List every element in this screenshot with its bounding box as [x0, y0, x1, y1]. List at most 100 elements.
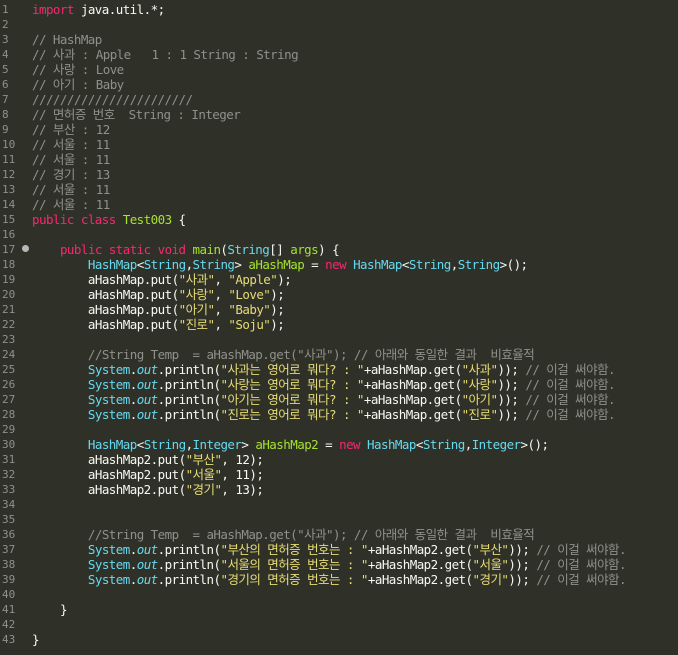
line-number: 43 [2, 633, 16, 646]
line-number: 3 [2, 33, 9, 46]
code-text: aHashMap2.put("부산", 12); [87, 452, 264, 467]
code-line[interactable]: 40 [0, 587, 678, 602]
code-line[interactable]: 1 import java.util.*; [0, 2, 678, 17]
line-number: 12 [2, 168, 16, 181]
code-line[interactable]: 6 // 아기 : Baby [0, 77, 678, 92]
line-number: 34 [2, 498, 16, 511]
line-number: 13 [2, 183, 16, 196]
code-line[interactable]: 24 //String Temp = aHashMap.get("사과"); /… [0, 347, 678, 362]
code-line[interactable]: 28 System.out.println("진로는 영어로 뭐다? : "+a… [0, 407, 678, 422]
code-text: aHashMap2.put("서울", 11); [87, 467, 264, 482]
code-line[interactable]: 23 [0, 332, 678, 347]
code-line[interactable]: 10 // 서울 : 11 [0, 137, 678, 152]
code-text: System.out.println("경기의 면허증 번호는 : "+aHas… [87, 572, 627, 587]
code-line[interactable]: 13 // 서울 : 11 [0, 182, 678, 197]
code-line[interactable]: 41 } [0, 602, 678, 617]
code-line[interactable]: 18 HashMap<String,String> aHashMap = new… [0, 257, 678, 272]
code-editor[interactable]: 1 import java.util.*; 2 3// HashMap 4// 사과 :… [0, 0, 678, 655]
fold-marker-icon[interactable] [22, 245, 29, 252]
code-text: // 서울 : 11 [32, 152, 110, 167]
line-number: 19 [2, 273, 16, 286]
line-number: 5 [2, 63, 9, 76]
code-line[interactable]: 33 aHashMap2.put("경기", 13); [0, 482, 678, 497]
code-text: } [32, 632, 40, 647]
code-line[interactable]: 29 [0, 422, 678, 437]
code-line[interactable]: 26 System.out.println("사랑는 영어로 뭐다? : "+a… [0, 377, 678, 392]
code-line[interactable]: 12 // 경기 : 13 [0, 167, 678, 182]
code-line[interactable]: 43} [0, 632, 678, 647]
code-line[interactable]: 15 public class Test003 { [0, 212, 678, 227]
code-line[interactable]: 20 aHashMap.put("사랑", "Love"); [0, 287, 678, 302]
code-line[interactable]: 42 [0, 617, 678, 632]
line-number: 30 [2, 438, 16, 451]
code-text: System.out.println("진로는 영어로 뭐다? : "+aHas… [87, 407, 616, 422]
line-number: 35 [2, 513, 16, 526]
line-number: 27 [2, 393, 16, 406]
code-line[interactable]: 19 aHashMap.put("사과", "Apple"); [0, 272, 678, 287]
code-text: // 서울 : 11 [32, 197, 110, 212]
code-text: System.out.println("사과는 영어로 뭐다? : "+aHas… [87, 362, 616, 377]
line-number: 32 [2, 468, 16, 481]
line-number: 20 [2, 288, 16, 301]
line-number: 38 [2, 558, 16, 571]
line-number: 37 [2, 543, 16, 556]
code-line[interactable]: 11 // 서울 : 11 [0, 152, 678, 167]
code-text: System.out.println("부산의 면허증 번호는 : "+aHas… [87, 542, 627, 557]
line-number: 14 [2, 198, 16, 211]
line-number: 18 [2, 258, 16, 271]
line-number: 16 [2, 228, 16, 241]
code-line[interactable]: 2 [0, 17, 678, 32]
line-number: 40 [2, 588, 16, 601]
code-line[interactable]: 7 /////////////////////// [0, 92, 678, 107]
code-text: aHashMap2.put("경기", 13); [87, 482, 264, 497]
line-number: 11 [2, 153, 16, 166]
code-line[interactable]: 21 aHashMap.put("아기", "Baby"); [0, 302, 678, 317]
code-text: // HashMap [32, 32, 102, 47]
code-text: HashMap<String,Integer> aHashMap2 = new … [87, 437, 549, 452]
line-number: 23 [2, 333, 16, 346]
code-line[interactable]: 27 System.out.println("아기는 영어로 뭐다? : "+a… [0, 392, 678, 407]
code-line[interactable]: 5 // 사랑 : Love [0, 62, 678, 77]
line-number: 24 [2, 348, 16, 361]
code-line[interactable]: 14 // 서울 : 11 [0, 197, 678, 212]
code-line[interactable]: 25 System.out.println("사과는 영어로 뭐다? : "+a… [0, 362, 678, 377]
code-line[interactable]: 32 aHashMap2.put("서울", 11); [0, 467, 678, 482]
line-number: 42 [2, 618, 16, 631]
code-text: // 사과 : Apple 1 : 1 String : String [32, 47, 299, 62]
code-text: // 면허증 번호 String : Integer [32, 107, 241, 122]
code-line[interactable]: 22 aHashMap.put("진로", "Soju"); [0, 317, 678, 332]
code-text: HashMap<String,String> aHashMap = new Ha… [87, 257, 528, 272]
code-text: System.out.println("사랑는 영어로 뭐다? : "+aHas… [87, 377, 616, 392]
line-number: 22 [2, 318, 16, 331]
line-number: 1 [2, 3, 9, 16]
code-line[interactable]: 16 [0, 227, 678, 242]
code-line[interactable]: 30 HashMap<String,Integer> aHashMap2 = n… [0, 437, 678, 452]
code-line[interactable]: 35 [0, 512, 678, 527]
line-number: 7 [2, 93, 9, 106]
code-line[interactable]: 31 aHashMap2.put("부산", 12); [0, 452, 678, 467]
code-text: aHashMap.put("사과", "Apple"); [87, 272, 292, 287]
code-line[interactable]: 8 // 면허증 번호 String : Integer [0, 107, 678, 122]
code-line[interactable]: 3 // HashMap [0, 32, 678, 47]
line-number: 25 [2, 363, 16, 376]
code-text: //String Temp = aHashMap.get("사과"); // 아… [87, 527, 535, 542]
line-number: 15 [2, 213, 16, 226]
code-text: aHashMap.put("진로", "Soju"); [87, 317, 285, 332]
code-line[interactable]: 38 System.out.println("서울의 면허증 번호는 : "+a… [0, 557, 678, 572]
code-line[interactable]: 9 // 부산 : 12 [0, 122, 678, 137]
code-text: System.out.println("아기는 영어로 뭐다? : "+aHas… [87, 392, 616, 407]
code-line[interactable]: 36 //String Temp = aHashMap.get("사과"); /… [0, 527, 678, 542]
code-text: System.out.println("서울의 면허증 번호는 : "+aHas… [87, 557, 627, 572]
line-number: 10 [2, 138, 16, 151]
code-line[interactable]: 37 System.out.println("부산의 면허증 번호는 : "+a… [0, 542, 678, 557]
line-number: 9 [2, 123, 9, 136]
line-number: 21 [2, 303, 16, 316]
code-line[interactable]: 34 [0, 497, 678, 512]
line-number: 8 [2, 108, 9, 121]
code-line[interactable]: 17 public static void main(String[] args… [0, 242, 678, 257]
code-line[interactable]: 39 System.out.println("경기의 면허증 번호는 : "+a… [0, 572, 678, 587]
line-number: 28 [2, 408, 16, 421]
code-text: // 사랑 : Love [32, 62, 124, 77]
code-line[interactable]: 4 // 사과 : Apple 1 : 1 String : String [0, 47, 678, 62]
code-text: import java.util.*; [32, 2, 165, 17]
